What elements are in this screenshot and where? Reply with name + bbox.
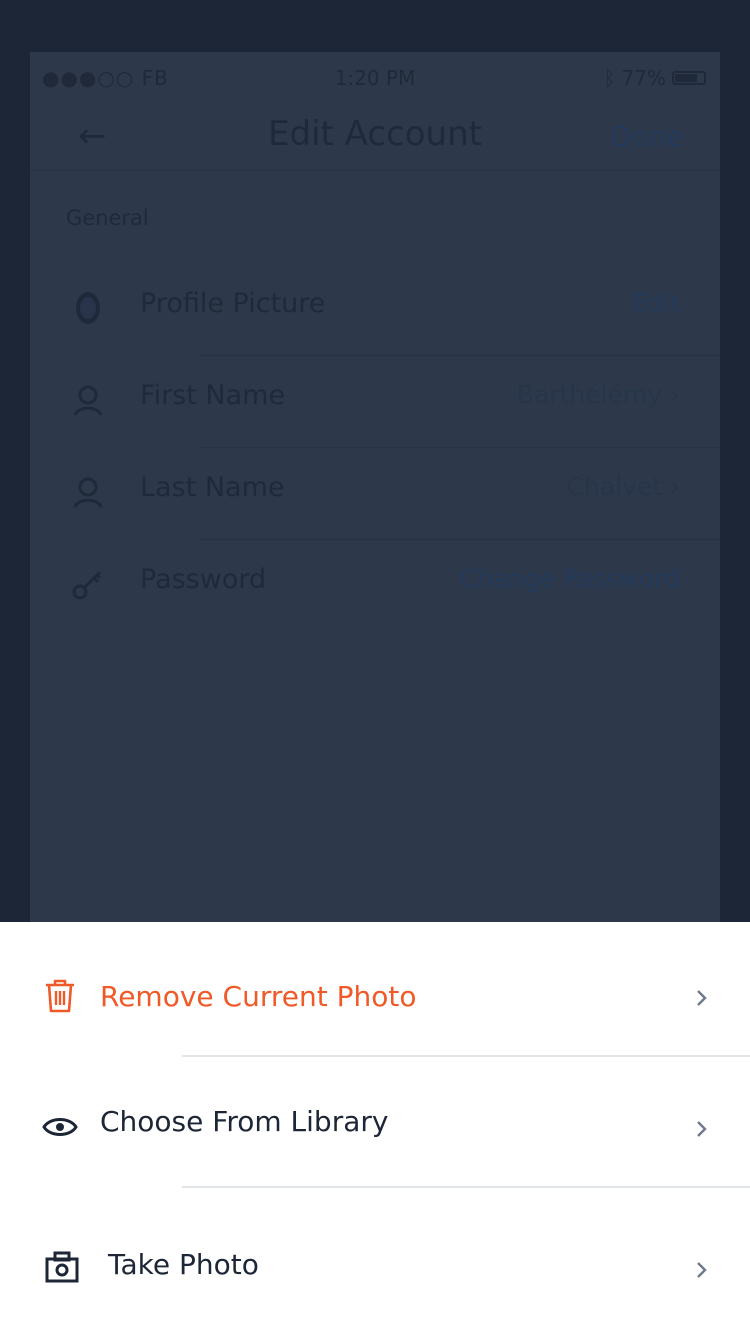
navigation-bar: ← Edit Account Done <box>30 104 720 171</box>
eye-icon <box>42 1118 78 1136</box>
choose-from-library-label: Choose From Library <box>100 1105 389 1138</box>
battery-icon <box>672 71 706 85</box>
take-photo-button[interactable]: Take Photo <box>0 1188 750 1334</box>
camera-icon <box>45 1251 79 1283</box>
row-first-name[interactable]: First Name Barthélémy › <box>30 356 720 448</box>
remove-photo-button[interactable]: Remove Current Photo <box>0 922 750 1056</box>
user-icon <box>73 385 103 416</box>
status-bar: ●●●○○ FB 1:20 PM ᛒ 77% <box>30 52 720 104</box>
row-label: First Name <box>140 380 286 411</box>
row-label: Password <box>140 564 267 595</box>
change-password-link[interactable]: Change Password <box>460 564 680 593</box>
chevron-right-icon: › <box>670 472 680 501</box>
row-label: Profile Picture <box>140 288 326 319</box>
user-icon <box>73 477 103 508</box>
row-profile-picture[interactable]: Profile Picture Edit <box>30 264 720 356</box>
row-label: Last Name <box>140 472 285 503</box>
trash-icon <box>46 979 74 1013</box>
chevron-right-icon: › <box>670 380 680 409</box>
photo-action-sheet: Remove Current Photo Choose From Library… <box>0 922 750 1334</box>
row-value: Chalvet › <box>566 472 681 501</box>
section-label-general: General <box>66 206 149 230</box>
row-last-name[interactable]: Last Name Chalvet › <box>30 448 720 540</box>
chevron-right-icon <box>697 1262 707 1278</box>
row-value: Barthélémy › <box>516 380 680 409</box>
chevron-right-icon <box>697 990 707 1006</box>
avatar <box>76 292 100 324</box>
edit-account-screen: ●●●○○ FB 1:20 PM ᛒ 77% ← Edit Account Do… <box>30 52 720 922</box>
battery-percent: 77% <box>621 66 666 90</box>
remove-photo-label: Remove Current Photo <box>100 980 417 1013</box>
choose-from-library-button[interactable]: Choose From Library <box>0 1057 750 1187</box>
edit-link[interactable]: Edit <box>632 288 680 317</box>
chevron-right-icon <box>697 1121 707 1137</box>
key-icon <box>72 570 102 600</box>
bluetooth-icon: ᛒ <box>603 66 616 90</box>
done-button[interactable]: Done <box>610 120 684 153</box>
take-photo-label: Take Photo <box>108 1248 259 1281</box>
row-password[interactable]: Password Change Password <box>30 540 720 632</box>
status-right: ᛒ 77% <box>604 66 706 90</box>
